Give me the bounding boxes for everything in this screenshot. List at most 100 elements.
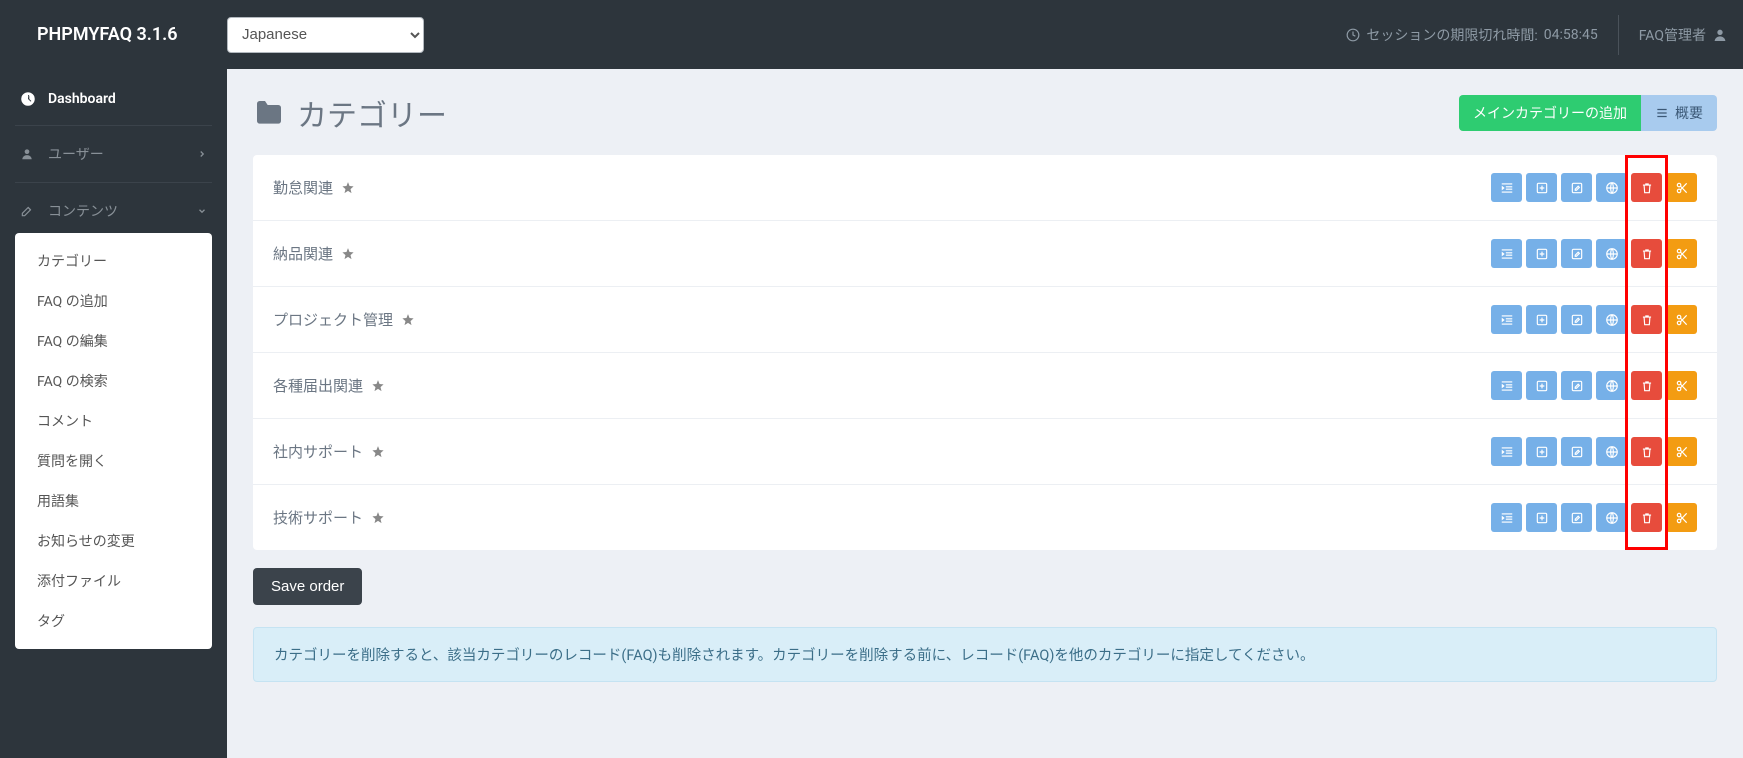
chevron-down-icon — [197, 206, 207, 216]
cut-button[interactable] — [1666, 173, 1697, 202]
translate-button[interactable] — [1596, 239, 1627, 268]
add-button[interactable] — [1526, 503, 1557, 532]
category-name[interactable]: 各種届出関連 — [273, 375, 385, 396]
category-actions — [1491, 173, 1697, 202]
page-title: カテゴリー — [253, 91, 447, 135]
category-actions — [1491, 437, 1697, 466]
session-label: セッションの期限切れ時間: — [1366, 25, 1537, 45]
user-icon — [20, 147, 38, 161]
cut-button[interactable] — [1666, 437, 1697, 466]
category-name[interactable]: プロジェクト管理 — [273, 309, 415, 330]
clock-icon — [1346, 28, 1360, 42]
indent-button[interactable] — [1491, 503, 1522, 532]
indent-button[interactable] — [1491, 437, 1522, 466]
sidebar-item-users[interactable]: ユーザー — [0, 132, 227, 176]
add-main-category-button[interactable]: メインカテゴリーの追加 — [1459, 95, 1641, 131]
user-label: FAQ管理者 — [1639, 25, 1706, 45]
category-actions — [1491, 239, 1697, 268]
delete-button[interactable] — [1631, 503, 1662, 532]
cut-button[interactable] — [1666, 371, 1697, 400]
sidebar: Dashboard ユーザー コンテンツ カテゴリーFAQ の追加FAQ の編集… — [0, 69, 227, 758]
sidebar-label-dashboard: Dashboard — [48, 91, 116, 107]
category-row: 技術サポート — [253, 485, 1717, 550]
add-button[interactable] — [1526, 437, 1557, 466]
topbar-right: セッションの期限切れ時間: 04:58:45 FAQ管理者 — [1346, 15, 1728, 55]
page-title-text: カテゴリー — [297, 91, 447, 135]
add-main-label: メインカテゴリーの追加 — [1473, 103, 1627, 123]
submenu-item-6[interactable]: 用語集 — [15, 481, 212, 521]
star-icon — [371, 511, 385, 525]
session-time: 04:58:45 — [1544, 27, 1598, 43]
indent-button[interactable] — [1491, 305, 1522, 334]
translate-button[interactable] — [1596, 173, 1627, 202]
submenu-item-1[interactable]: FAQ の追加 — [15, 281, 212, 321]
delete-button[interactable] — [1631, 437, 1662, 466]
indent-button[interactable] — [1491, 239, 1522, 268]
edit-button[interactable] — [1561, 305, 1592, 334]
user-icon — [1712, 27, 1728, 43]
indent-button[interactable] — [1491, 173, 1522, 202]
indent-button[interactable] — [1491, 371, 1522, 400]
translate-button[interactable] — [1596, 503, 1627, 532]
submenu-item-8[interactable]: 添付ファイル — [15, 561, 212, 601]
cut-button[interactable] — [1666, 503, 1697, 532]
category-actions — [1491, 503, 1697, 532]
add-button[interactable] — [1526, 239, 1557, 268]
list-icon — [1655, 106, 1669, 120]
delete-button[interactable] — [1631, 173, 1662, 202]
edit-button[interactable] — [1561, 503, 1592, 532]
topbar: PHPMYFAQ 3.1.6 Japanese セッションの期限切れ時間: 04… — [0, 0, 1743, 69]
edit-button[interactable] — [1561, 371, 1592, 400]
submenu-item-7[interactable]: お知らせの変更 — [15, 521, 212, 561]
edit-button[interactable] — [1561, 239, 1592, 268]
add-button[interactable] — [1526, 173, 1557, 202]
delete-button[interactable] — [1631, 305, 1662, 334]
add-button[interactable] — [1526, 371, 1557, 400]
star-icon — [371, 445, 385, 459]
edit-button[interactable] — [1561, 437, 1592, 466]
star-icon — [341, 247, 355, 261]
category-name[interactable]: 技術サポート — [273, 507, 385, 528]
chevron-right-icon — [197, 149, 207, 159]
cut-button[interactable] — [1666, 239, 1697, 268]
translate-button[interactable] — [1596, 305, 1627, 334]
sidebar-label-users: ユーザー — [48, 144, 104, 164]
language-select[interactable]: Japanese — [227, 17, 424, 53]
submenu-item-2[interactable]: FAQ の編集 — [15, 321, 212, 361]
cut-button[interactable] — [1666, 305, 1697, 334]
category-actions — [1491, 305, 1697, 334]
sidebar-divider — [15, 182, 212, 183]
category-row: プロジェクト管理 — [253, 287, 1717, 353]
category-row: 納品関連 — [253, 221, 1717, 287]
submenu-item-3[interactable]: FAQ の検索 — [15, 361, 212, 401]
delete-button[interactable] — [1631, 371, 1662, 400]
session-expiry: セッションの期限切れ時間: 04:58:45 — [1346, 25, 1597, 45]
submenu-item-9[interactable]: タグ — [15, 601, 212, 641]
sidebar-item-content[interactable]: コンテンツ — [0, 189, 227, 233]
delete-warning-alert: カテゴリーを削除すると、該当カテゴリーのレコード(FAQ)も削除されます。カテゴ… — [253, 627, 1717, 682]
edit-button[interactable] — [1561, 173, 1592, 202]
category-name[interactable]: 社内サポート — [273, 441, 385, 462]
sidebar-item-dashboard[interactable]: Dashboard — [0, 79, 227, 119]
overview-button[interactable]: 概要 — [1641, 95, 1717, 131]
delete-button[interactable] — [1631, 239, 1662, 268]
add-button[interactable] — [1526, 305, 1557, 334]
save-order-button[interactable]: Save order — [253, 568, 362, 605]
header-actions: メインカテゴリーの追加 概要 — [1459, 95, 1717, 131]
dashboard-icon — [20, 91, 38, 107]
translate-button[interactable] — [1596, 371, 1627, 400]
submenu-item-0[interactable]: カテゴリー — [15, 241, 212, 281]
category-actions — [1491, 371, 1697, 400]
submenu-item-5[interactable]: 質問を開く — [15, 441, 212, 481]
category-name[interactable]: 納品関連 — [273, 243, 355, 264]
category-name[interactable]: 勤怠関連 — [273, 177, 355, 198]
category-row: 各種届出関連 — [253, 353, 1717, 419]
translate-button[interactable] — [1596, 437, 1627, 466]
overview-label: 概要 — [1675, 103, 1703, 123]
main-content: カテゴリー メインカテゴリーの追加 概要 勤怠関連納品関連プロジェクト管理各種届… — [227, 69, 1743, 758]
category-row: 社内サポート — [253, 419, 1717, 485]
submenu-item-4[interactable]: コメント — [15, 401, 212, 441]
category-row: 勤怠関連 — [253, 155, 1717, 221]
user-menu[interactable]: FAQ管理者 — [1639, 25, 1728, 45]
folder-icon — [253, 97, 285, 129]
